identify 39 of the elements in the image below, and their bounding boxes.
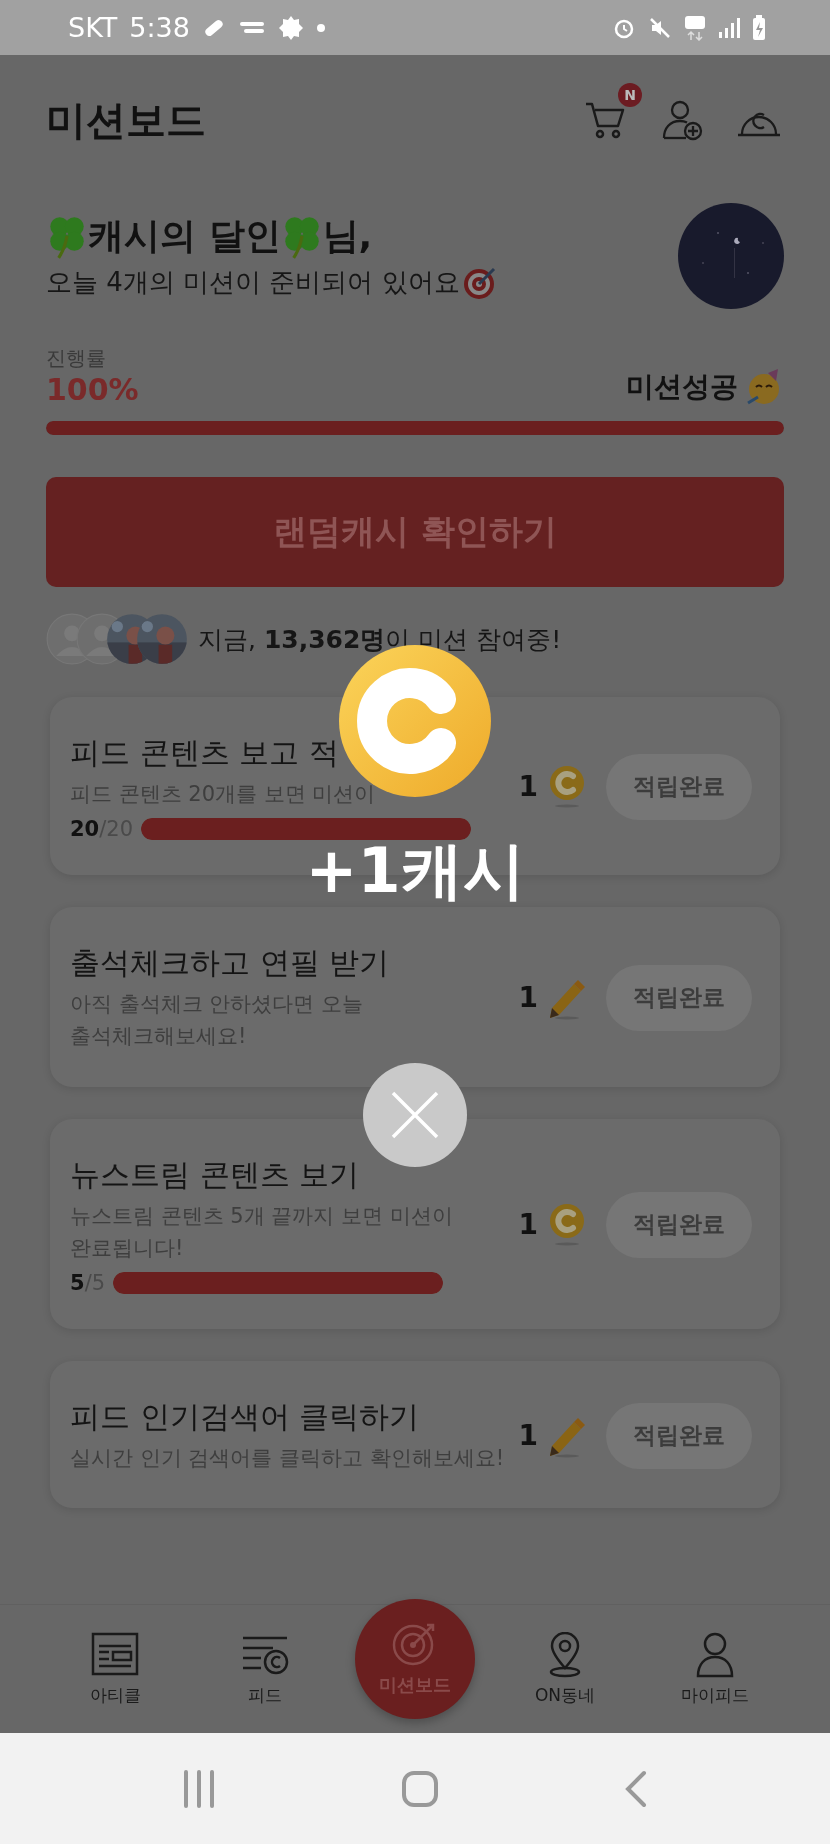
reward-amount: 1 (518, 1208, 538, 1242)
dot-icon (315, 22, 326, 33)
mission-title: 피드 콘텐츠 보고 적 (70, 734, 340, 772)
claimed-button[interactable]: 적립완료 (606, 1402, 752, 1469)
mute-icon (648, 15, 672, 40)
badge-icon (277, 14, 304, 41)
close-icon (389, 1089, 441, 1141)
mission-title: 출석체크하고 연필 받기 (70, 943, 391, 982)
network-icon (684, 14, 706, 41)
nav-tab[interactable]: ON동네 (505, 1630, 625, 1708)
reward-amount: 1 (518, 1419, 538, 1452)
claimed-button[interactable]: 적립완료 (606, 753, 752, 820)
mission-status: 미션성공 (626, 369, 738, 405)
carrier-text: SKT (68, 12, 118, 43)
notification-badge: N (618, 83, 642, 107)
signal-icon (718, 16, 740, 39)
reward-amount: 1 (518, 981, 538, 1015)
claimed-button[interactable]: 적립완료 (606, 1191, 752, 1258)
nav-tab[interactable]: 피드 (205, 1630, 325, 1708)
name-suffix: 님, (322, 213, 373, 258)
claimed-button[interactable]: 적립완료 (606, 964, 752, 1031)
back-icon[interactable] (623, 1769, 648, 1808)
mission-title: 피드 인기검색어 클릭하기 (70, 1397, 421, 1436)
nav-tab[interactable]: 아티클 (55, 1630, 175, 1708)
coin-icon (548, 1202, 586, 1247)
mission-title: 뉴스트림 콘텐츠 보기 (70, 1155, 361, 1194)
recent-apps-icon[interactable] (182, 1769, 217, 1808)
reward-amount: 1 (518, 770, 538, 804)
coin-icon (548, 764, 586, 809)
greeting-subtitle: 오늘 4개의 미션이 준비되어 있어요 (46, 266, 460, 299)
user-name: 캐시의 달인 (88, 213, 281, 258)
battery-icon (752, 14, 766, 41)
page-title: 미션보드 (46, 95, 206, 145)
nav-tab[interactable]: 마이피드 (655, 1630, 775, 1708)
progress-percent: 100% (46, 372, 139, 407)
clock-text: 5:38 (129, 12, 190, 43)
article-icon (91, 1631, 139, 1678)
reward-text: +1캐시 (305, 833, 525, 909)
home-icon[interactable] (401, 1769, 439, 1808)
